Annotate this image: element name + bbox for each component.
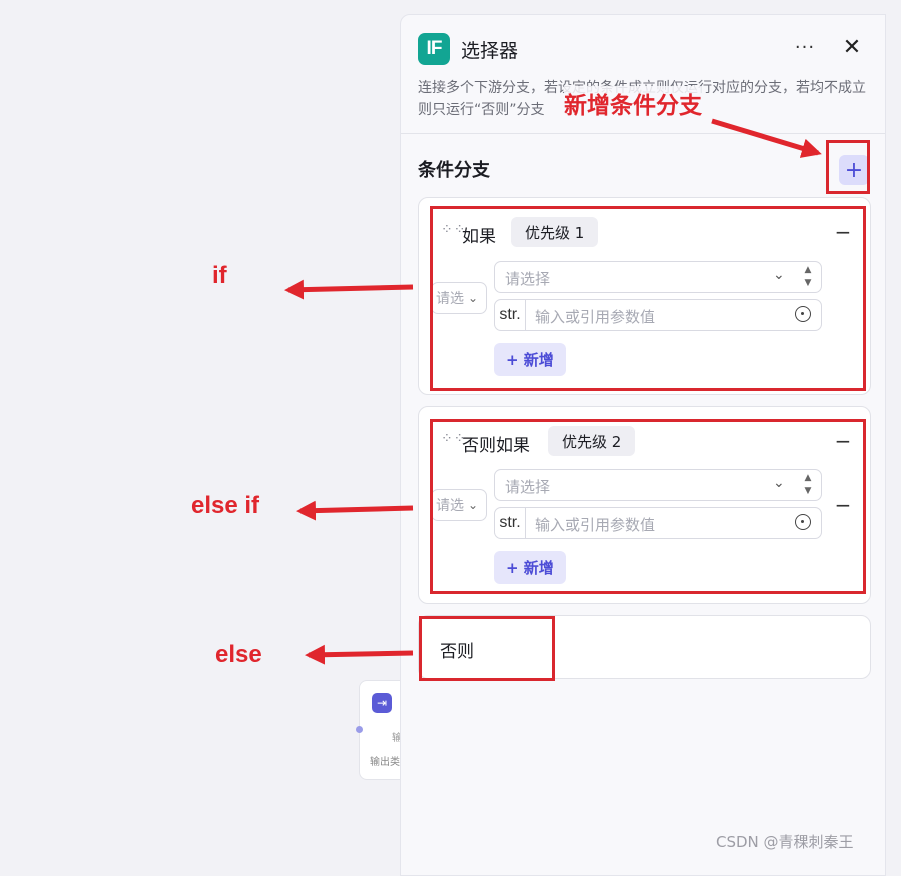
watermark: CSDN @青稞刺秦王	[716, 833, 854, 851]
arrow-else-if	[296, 500, 414, 521]
arrow-add	[711, 118, 822, 158]
annotation-arrows	[284, 118, 822, 665]
arrow-if	[284, 279, 414, 300]
arrow-else	[305, 644, 414, 665]
